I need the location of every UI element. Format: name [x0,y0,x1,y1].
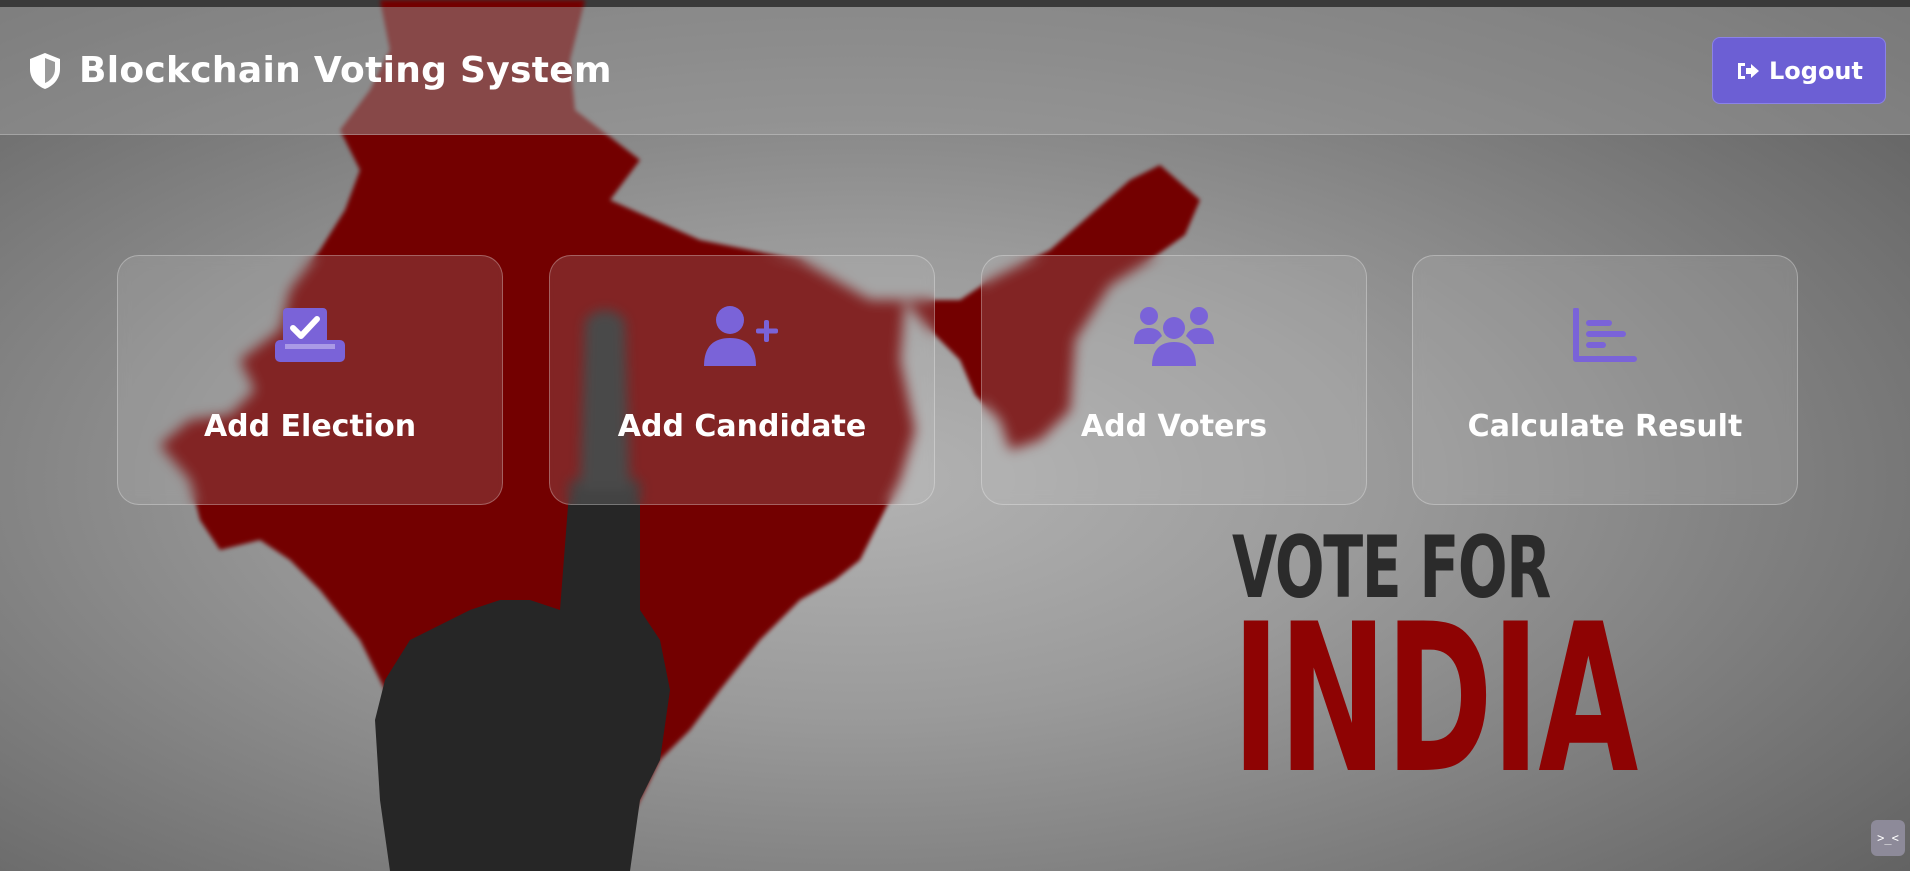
add-candidate-card[interactable]: Add Candidate [549,255,935,505]
users-group-icon [1134,301,1214,371]
brand[interactable]: Blockchain Voting System [27,50,612,91]
vote-box-icon [270,301,350,371]
app-title: Blockchain Voting System [79,50,612,91]
add-election-label: Add Election [203,409,417,444]
logout-label: Logout [1768,56,1863,85]
logout-button[interactable]: Logout [1712,37,1886,104]
console-icon[interactable]: >_< [1871,820,1905,856]
add-candidate-label: Add Candidate [617,409,867,444]
add-voters-card[interactable]: Add Voters [981,255,1367,505]
bar-chart-icon [1565,301,1645,371]
sign-out-icon [1735,59,1761,83]
calculate-result-card[interactable]: Calculate Result [1412,255,1798,505]
add-election-card[interactable]: Add Election [117,255,503,505]
shield-icon [27,51,63,91]
user-plus-icon [702,301,782,371]
calculate-result-label: Calculate Result [1467,409,1743,444]
add-voters-label: Add Voters [1080,409,1268,444]
top-navbar: Blockchain Voting System Logout [0,7,1910,135]
poster-india-text: INDIA [1232,581,1638,819]
